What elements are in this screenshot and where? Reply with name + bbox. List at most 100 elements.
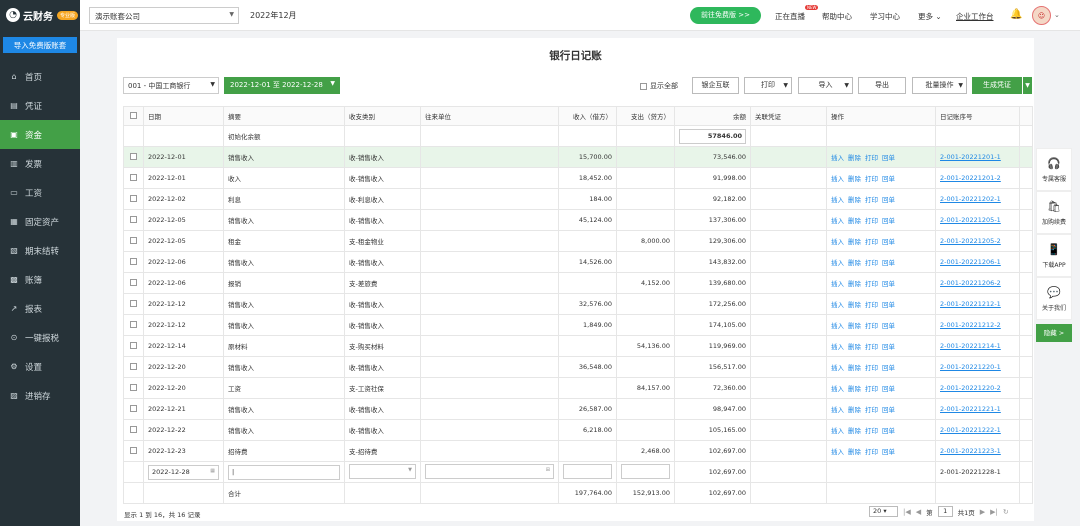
batch-operation-button[interactable]: 批量操作 ▼ — [912, 77, 967, 94]
row-op-0[interactable]: 插入 — [831, 364, 844, 372]
row-op-2[interactable]: 打印 — [865, 217, 878, 225]
new-expense-input[interactable] — [621, 463, 670, 479]
row-operations[interactable]: 插入 删除 打印 回单 — [826, 293, 936, 315]
row-op-0[interactable]: 插入 — [831, 448, 844, 456]
row-op-0[interactable]: 插入 — [831, 280, 844, 288]
row-select-cell[interactable] — [123, 419, 144, 441]
row-op-2[interactable]: 打印 — [865, 280, 878, 288]
checkbox-icon[interactable] — [130, 236, 137, 244]
row-operations[interactable]: 插入 删除 打印 回单 — [826, 251, 936, 273]
row-sequence-link[interactable]: 2-001-20221212-2 — [940, 321, 1001, 329]
row-op-0[interactable]: 插入 — [831, 427, 844, 435]
row-sequence[interactable]: 2-001-20221206-2 — [935, 272, 1020, 294]
row-select-cell[interactable] — [123, 314, 144, 336]
checkbox-icon[interactable] — [130, 425, 137, 433]
row-op-1[interactable]: 删除 — [848, 175, 861, 183]
row-op-0[interactable]: 插入 — [831, 217, 844, 225]
checkbox-icon[interactable] — [130, 383, 137, 391]
row-sequence-link[interactable]: 2-001-20221206-1 — [940, 258, 1001, 266]
row-select-cell[interactable] — [123, 230, 144, 252]
row-op-3[interactable]: 回单 — [882, 322, 895, 330]
checkbox-icon[interactable] — [130, 194, 137, 202]
row-op-0[interactable]: 插入 — [831, 406, 844, 414]
row-operations[interactable]: 插入 删除 打印 回单 — [826, 167, 936, 189]
row-sequence[interactable]: 2-001-20221212-1 — [935, 293, 1020, 315]
row-op-3[interactable]: 回单 — [882, 238, 895, 246]
row-op-2[interactable]: 打印 — [865, 385, 878, 393]
new-income-input[interactable] — [563, 463, 612, 479]
row-op-2[interactable]: 打印 — [865, 448, 878, 456]
row-op-0[interactable]: 插入 — [831, 301, 844, 309]
import-free-account-button[interactable]: 导入免费版账套 — [3, 37, 77, 53]
calendar-icon[interactable]: ▦ — [210, 468, 215, 474]
learning-center-link[interactable]: 学习中心 — [870, 11, 900, 22]
table-row[interactable]: 2022-12-12 销售收入 收-销售收入 32,576.00 172,256.00 插… — [123, 293, 1033, 315]
new-counterparty-cell[interactable]: ⊞ — [420, 461, 559, 483]
new-counterparty-input[interactable]: ⊞ — [425, 463, 554, 479]
row-sequence-link[interactable]: 2-001-20221212-1 — [940, 300, 1001, 308]
chevron-down-icon[interactable]: ⌄ — [1054, 11, 1060, 19]
sidebar-item-10[interactable]: ⚙ 设置 — [0, 352, 80, 381]
row-select-cell[interactable] — [123, 167, 144, 189]
row-operations[interactable]: 插入 删除 打印 回单 — [826, 398, 936, 420]
row-select-cell[interactable] — [123, 377, 144, 399]
row-op-0[interactable]: 插入 — [831, 343, 844, 351]
row-op-1[interactable]: 删除 — [848, 154, 861, 162]
sidebar-item-7[interactable]: ▩ 账簿 — [0, 265, 80, 294]
hide-panel-button[interactable]: 隐藏 > — [1036, 324, 1072, 342]
page-number-input[interactable]: 1 — [937, 506, 953, 517]
row-sequence-link[interactable]: 2-001-20221206-2 — [940, 279, 1001, 287]
row-op-3[interactable]: 回单 — [882, 427, 895, 435]
generate-voucher-button[interactable]: 生成凭证 — [972, 77, 1022, 94]
row-sequence[interactable]: 2-001-20221201-1 — [935, 146, 1020, 168]
row-operations[interactable]: 插入 删除 打印 回单 — [826, 188, 936, 210]
live-link[interactable]: 正在直播 — [775, 11, 805, 22]
help-center-link[interactable]: 帮助中心 — [822, 11, 852, 22]
grid-icon[interactable]: ⊞ — [546, 467, 550, 473]
row-op-3[interactable]: 回单 — [882, 364, 895, 372]
row-sequence-link[interactable]: 2-001-20221221-1 — [940, 405, 1001, 413]
last-page-icon[interactable]: ▶| — [990, 508, 998, 516]
row-op-2[interactable]: 打印 — [865, 301, 878, 309]
row-select-cell[interactable] — [123, 293, 144, 315]
row-sequence-link[interactable]: 2-001-20221220-1 — [940, 363, 1001, 371]
bank-link-button[interactable]: 银企互联 — [692, 77, 739, 94]
row-select-cell[interactable] — [123, 251, 144, 273]
new-category-cell[interactable]: ▼ — [344, 461, 421, 483]
row-op-1[interactable]: 删除 — [848, 364, 861, 372]
row-select-cell[interactable] — [123, 398, 144, 420]
row-sequence-link[interactable]: 2-001-20221201-2 — [940, 174, 1001, 182]
row-select-cell[interactable] — [123, 335, 144, 357]
row-sequence[interactable]: 2-001-20221220-1 — [935, 356, 1020, 378]
row-sequence[interactable]: 2-001-20221201-2 — [935, 167, 1020, 189]
import-button[interactable]: 导入 ▼ — [798, 77, 853, 94]
row-op-0[interactable]: 插入 — [831, 385, 844, 393]
row-op-3[interactable]: 回单 — [882, 175, 895, 183]
row-operations[interactable]: 插入 删除 打印 回单 — [826, 356, 936, 378]
new-expense-cell[interactable] — [616, 461, 675, 483]
more-menu[interactable]: 更多 ⌄ — [918, 11, 942, 22]
table-row[interactable]: 2022-12-05 销售收入 收-销售收入 45,124.00 137,306.00 插… — [123, 209, 1033, 231]
row-sequence[interactable]: 2-001-20221202-1 — [935, 188, 1020, 210]
row-op-0[interactable]: 插入 — [831, 259, 844, 267]
export-button[interactable]: 导出 — [858, 77, 906, 94]
workspace-link[interactable]: 企业工作台 — [956, 11, 994, 22]
new-summary-cell[interactable]: | — [223, 461, 345, 483]
table-row[interactable]: 2022-12-06 报销 支-差旅费 4,152.00 139,680.00 插入 删除打… — [123, 272, 1033, 294]
checkbox-icon[interactable] — [130, 257, 137, 265]
sidebar-item-5[interactable]: ▦ 固定资产 — [0, 207, 80, 236]
table-row[interactable]: 2022-12-02 利息 收-利息收入 184.00 92,182.00 插入 删除 打印回… — [123, 188, 1033, 210]
row-op-3[interactable]: 回单 — [882, 196, 895, 204]
row-op-1[interactable]: 删除 — [848, 427, 861, 435]
row-operations[interactable]: 插入 删除 打印 回单 — [826, 146, 936, 168]
row-select-cell[interactable] — [123, 209, 144, 231]
row-op-2[interactable]: 打印 — [865, 154, 878, 162]
row-op-2[interactable]: 打印 — [865, 343, 878, 351]
float-item-1[interactable]: 🛍 加购续费 — [1036, 191, 1072, 234]
checkbox-icon[interactable] — [130, 446, 137, 454]
row-select-cell[interactable] — [123, 356, 144, 378]
prev-page-icon[interactable]: ◀ — [916, 508, 921, 516]
row-op-1[interactable]: 删除 — [848, 448, 861, 456]
checkbox-icon[interactable] — [130, 173, 137, 181]
table-row[interactable]: 2022-12-12 销售收入 收-销售收入 1,849.00 174,105.00 插入… — [123, 314, 1033, 336]
